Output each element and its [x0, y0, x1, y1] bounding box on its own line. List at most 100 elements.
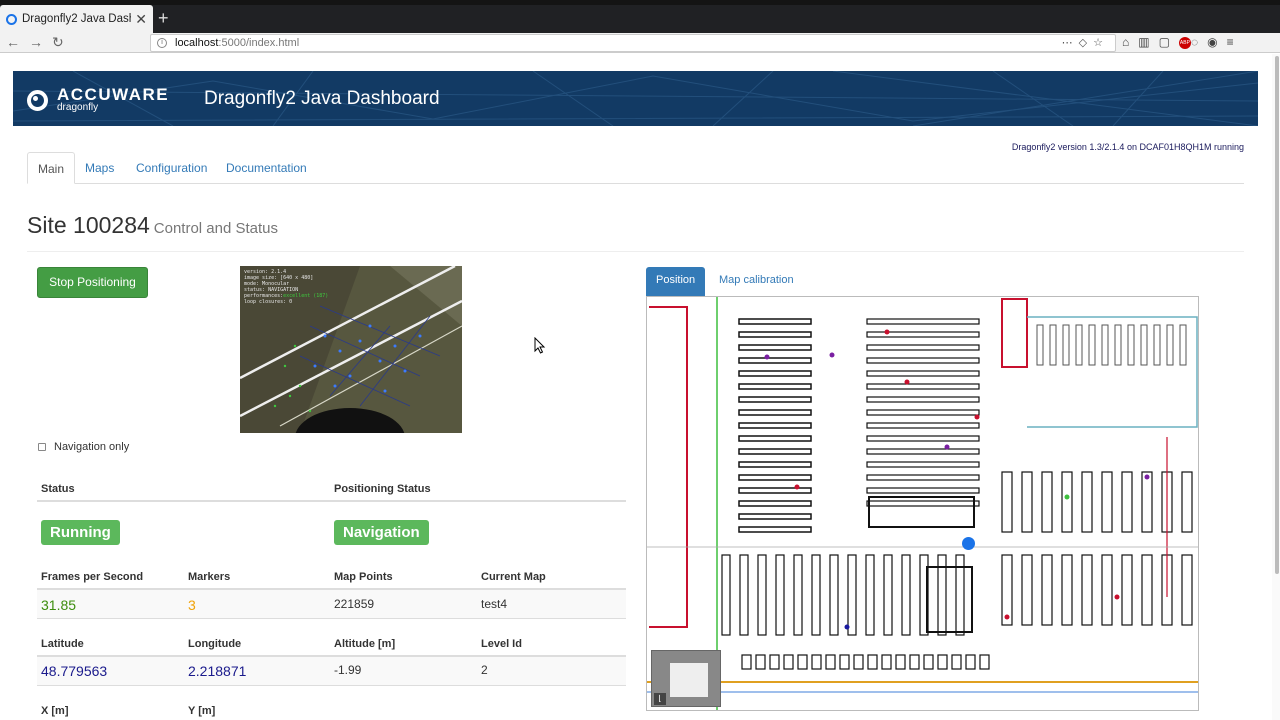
browser-tab-title: Dragonfly2 Java Dashbo	[22, 13, 131, 25]
status-header: Status	[41, 483, 75, 495]
banner-map-pattern	[13, 71, 1258, 126]
account-icon[interactable]: ◉	[1207, 35, 1226, 49]
longitude-header: Longitude	[188, 638, 242, 650]
minimap-toggle-icon[interactable]: ⌊	[654, 693, 666, 705]
version-status: Dragonfly2 version 1.3/2.1.4 on DCAF01H8…	[1011, 142, 1244, 152]
markers-header: Markers	[188, 571, 231, 583]
running-status-badge: Running	[41, 520, 120, 545]
header-banner: ACCUWARE dragonfly Dragonfly2 Java Dashb…	[13, 71, 1258, 126]
fps-header: Frames per Second	[41, 571, 144, 583]
y-header: Y [m]	[188, 705, 216, 717]
close-tab-icon[interactable]: ✕	[135, 11, 147, 28]
url-host: localhost	[175, 37, 219, 49]
logo-subtext: dragonfly	[57, 102, 99, 113]
mouse-cursor-icon	[534, 337, 546, 354]
status-header-rule	[37, 500, 626, 502]
floor-plan-shape	[794, 484, 800, 490]
stop-positioning-button[interactable]: Stop Positioning	[37, 267, 148, 298]
fps-value: 31.85	[41, 597, 77, 613]
pocket-icon[interactable]: ◇	[1079, 37, 1093, 49]
browser-tab[interactable]: Dragonfly2 Java Dashbo ✕	[0, 5, 153, 33]
site-name: Site 100284	[27, 212, 150, 238]
page-subtitle: Control and Status	[153, 220, 279, 237]
longitude-value: 2.218871	[188, 663, 247, 679]
floor-plan-shape	[904, 379, 910, 385]
floor-plan-shape	[647, 297, 1198, 710]
floor-plan-map[interactable]: ⌊	[646, 296, 1199, 711]
x-header: X [m]	[41, 705, 69, 717]
altitude-header: Altitude [m]	[334, 638, 396, 650]
overlay-line: loop closures: 0	[244, 299, 293, 305]
new-tab-icon[interactable]: +	[158, 8, 169, 29]
navigation-status-badge: Navigation	[334, 520, 429, 545]
url-path: :5000/index.html	[218, 37, 300, 49]
menu-icon[interactable]: ≡	[1227, 35, 1243, 49]
current-map-header: Current Map	[481, 571, 546, 583]
navigation-only-label: Navigation only	[54, 441, 130, 453]
floor-plan-shape	[1144, 474, 1150, 480]
floor-plan-shape	[844, 624, 850, 630]
floor-plan-shape	[944, 444, 950, 450]
page-title: Site 100284 Control and Status	[27, 212, 278, 239]
map-points-value: 221859	[334, 597, 375, 611]
browser-nav-bar: ← → ↻ i localhost:5000/index.html ⋯◇☆ ⌂▥…	[0, 33, 1280, 53]
tab-main[interactable]: Main	[27, 152, 76, 184]
tab-maps[interactable]: Maps	[75, 152, 124, 184]
latitude-value: 48.779563	[41, 663, 108, 679]
camera-feed: version: 2.1.4 image size: [640 x 480] m…	[240, 266, 462, 433]
row2-bottom-rule	[37, 685, 626, 686]
map-points-header: Map Points	[334, 571, 393, 583]
minimap-view	[670, 663, 708, 697]
library-icon[interactable]: ▥	[1138, 35, 1158, 49]
level-id-header: Level Id	[481, 638, 522, 650]
main-nav-tabs: Main Maps Configuration Documentation	[27, 152, 1244, 184]
floor-plan-shape	[1064, 494, 1070, 500]
adblock-icon[interactable]: ABP	[1178, 36, 1191, 49]
row1-background	[37, 590, 626, 618]
floor-plan-shape	[974, 414, 980, 420]
navigation-only-option[interactable]: Navigation only	[38, 441, 129, 453]
navigation-only-checkbox[interactable]	[38, 443, 46, 451]
tab-map-calibration[interactable]: Map calibration	[709, 267, 804, 296]
floor-plan-shape	[1114, 594, 1120, 600]
floor-plan-shape	[884, 329, 890, 335]
floor-plan-shape	[829, 352, 835, 358]
dashboard-title: Dragonfly2 Java Dashboard	[204, 88, 440, 109]
sidebar-icon[interactable]: ▢	[1159, 35, 1179, 49]
tab-configuration[interactable]: Configuration	[126, 152, 217, 184]
minimap[interactable]: ⌊	[651, 650, 721, 707]
more-icon[interactable]: ⋯	[1062, 37, 1079, 49]
home-icon[interactable]: ⌂	[1122, 35, 1138, 49]
accuware-logo: ACCUWARE dragonfly	[27, 85, 170, 113]
tab-position[interactable]: Position	[646, 267, 706, 296]
reload-icon[interactable]: ↻	[52, 34, 64, 51]
tab-bar-top-strip	[0, 0, 1280, 5]
browser-tab-bar: Dragonfly2 Java Dashbo ✕ +	[0, 0, 1280, 33]
favicon-icon	[6, 13, 17, 25]
tab-documentation[interactable]: Documentation	[216, 152, 317, 184]
latitude-header: Latitude	[41, 638, 84, 650]
bookmark-star-icon[interactable]: ☆	[1093, 37, 1109, 49]
current-map-value: test4	[481, 597, 508, 611]
floor-plan-shape	[1004, 614, 1010, 620]
toolbar-icons: ⌂▥▢ABP◌◉≡	[1122, 35, 1243, 49]
current-position-marker	[962, 537, 975, 550]
forward-icon[interactable]: →	[29, 34, 43, 50]
positioning-status-header: Positioning Status	[334, 483, 431, 495]
row1-bottom-rule	[37, 618, 626, 619]
back-icon[interactable]: ←	[6, 34, 20, 50]
scrollbar-thumb[interactable]	[1275, 56, 1279, 574]
camera-overlay-text: version: 2.1.4 image size: [640 x 480] m…	[244, 269, 328, 305]
markers-value: 3	[188, 597, 196, 613]
logo-text: ACCUWARE	[57, 85, 170, 104]
info-icon[interactable]: i	[157, 38, 167, 48]
logo-icon	[27, 89, 48, 111]
row2-background	[37, 657, 626, 685]
url-actions: ⋯◇☆	[1062, 36, 1109, 49]
level-id-value: 2	[481, 663, 488, 677]
title-divider	[27, 251, 1244, 252]
url-bar[interactable]: i localhost:5000/index.html ⋯◇☆	[150, 34, 1116, 52]
shield-icon[interactable]: ◌	[1191, 35, 1207, 49]
altitude-value: -1.99	[334, 663, 362, 677]
floor-plan-drawing	[647, 297, 1198, 710]
